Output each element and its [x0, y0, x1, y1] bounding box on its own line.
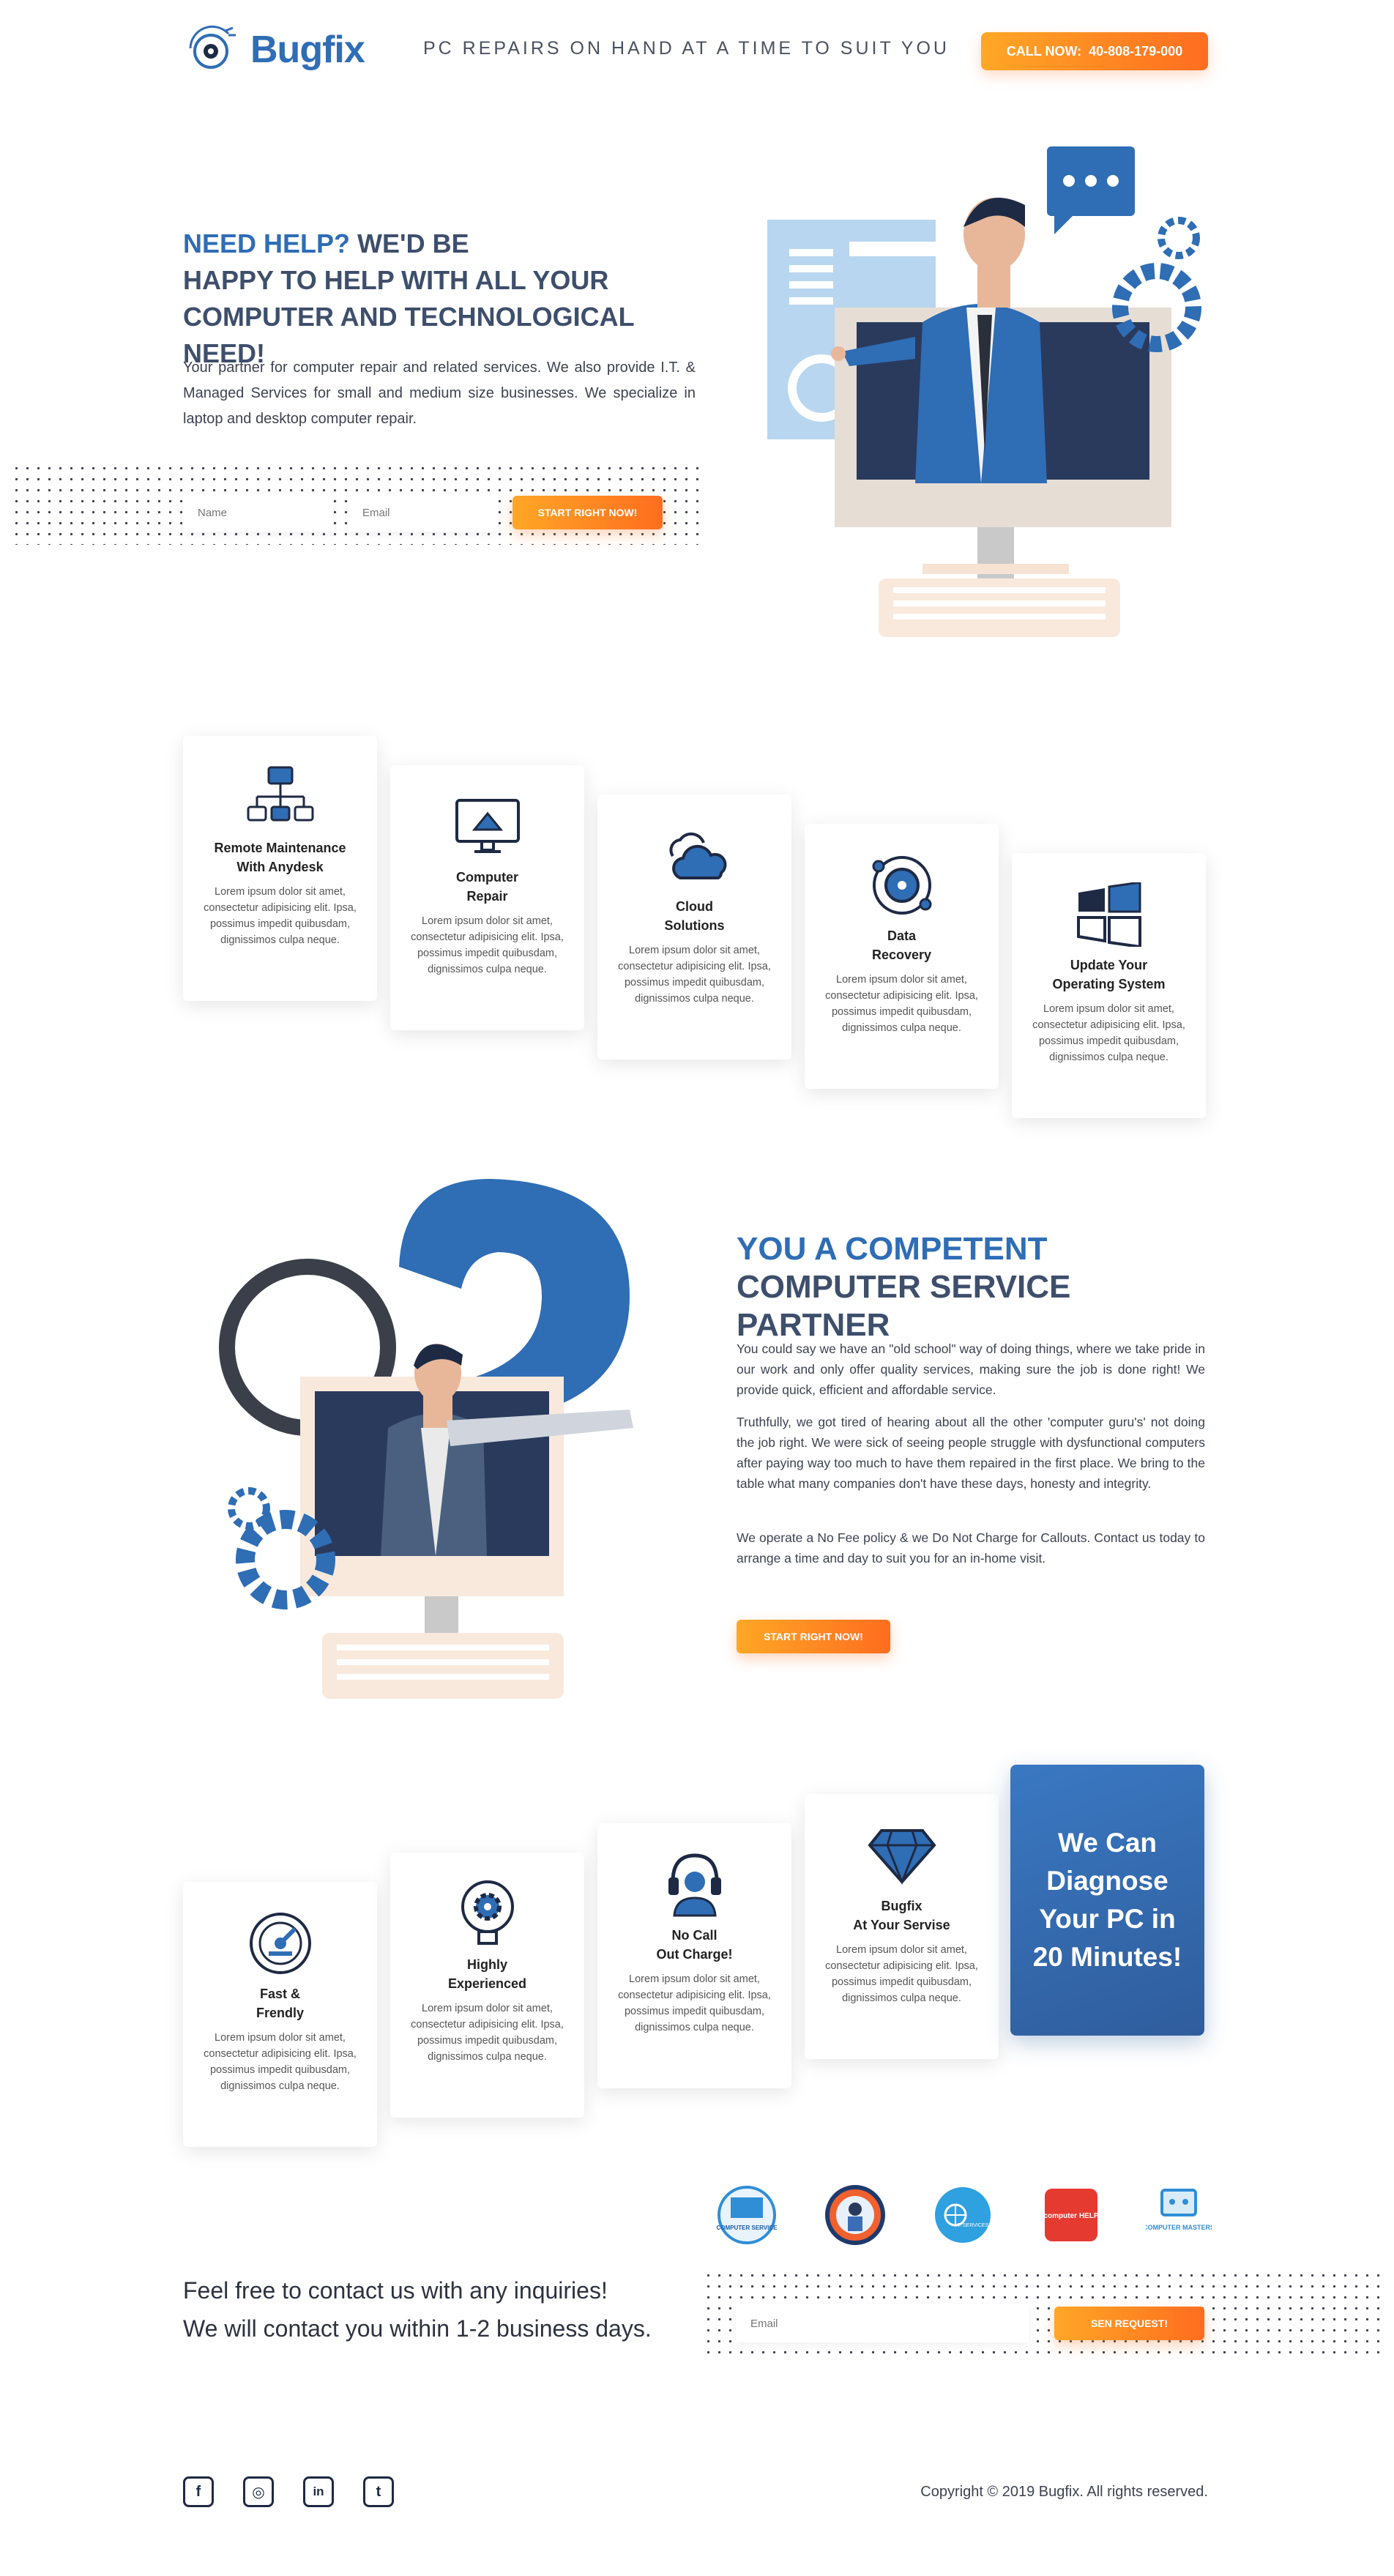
cloud-icon [658, 819, 731, 893]
send-request-button[interactable]: SEN REQUEST! [1054, 2307, 1204, 2340]
headset-icon [658, 1848, 731, 1921]
partner-logos: COMPUTER SERVICE I.T. SERVICES computer … [714, 2182, 1212, 2248]
speedometer-icon [244, 1907, 317, 1980]
card-title: Bugfix At Your Servise [853, 1899, 950, 1932]
card-title: Data Recovery [871, 928, 932, 962]
facebook-icon[interactable]: f [183, 2476, 214, 2507]
computer-service-logo[interactable]: COMPUTER SERVICE [714, 2182, 780, 2248]
card-text: Lorem ipsum dolor sit amet, consectetur … [411, 915, 564, 975]
copyright: Copyright © 2019 Bugfix. All rights rese… [920, 2484, 1208, 2500]
hero-description: Your partner for computer repair and rel… [183, 360, 696, 427]
card-text: Lorem ipsum dolor sit amet, consectetur … [618, 1973, 771, 2033]
card-title: Cloud Solutions [664, 899, 725, 933]
bug-logo-icon [189, 25, 236, 69]
feature-card-no-charge[interactable]: No Call Out Charge! Lorem ipsum dolor si… [597, 1823, 791, 2088]
hero-title-highlight: NEED HELP? [183, 228, 351, 258]
contact-line-2: We will contact you within 1-2 business … [183, 2315, 652, 2342]
service-card-cloud[interactable]: Cloud Solutions Lorem ipsum dolor sit am… [597, 794, 791, 1060]
card-title: Fast & Frendly [256, 1987, 304, 2020]
data-recovery-icon [865, 849, 939, 922]
windows-icon [1073, 878, 1146, 951]
instagram-icon[interactable]: ◎ [243, 2476, 274, 2507]
question-illustration [219, 1179, 633, 1699]
network-icon [244, 761, 317, 834]
card-title: Update Your Operating System [1052, 958, 1166, 991]
header-tagline: PC REPAIRS ON HAND AT A TIME TO SUIT YOU [423, 38, 950, 59]
feature-card-fast[interactable]: Fast & Frendly Lorem ipsum dolor sit ame… [183, 1882, 377, 2147]
partner-paragraph-2: Truthfully, we got tired of hearing abou… [737, 1415, 1205, 1491]
partner-paragraph-1: You could say we have an "old school" wa… [737, 1341, 1205, 1397]
partner-title-rest: COMPUTER SERVICE PARTNER [737, 1269, 1071, 1343]
repairman-logo[interactable] [822, 2182, 888, 2248]
hero-signup-form: START RIGHT NOW! [183, 491, 666, 535]
card-text: Lorem ipsum dolor sit amet, consectetur … [204, 886, 357, 946]
email-input[interactable] [348, 494, 498, 532]
call-now-button[interactable]: CALL NOW: 40-808-179-000 [981, 32, 1208, 70]
card-title: Highly Experienced [447, 1957, 527, 1991]
contact-form: SEN REQUEST! [736, 2303, 1204, 2344]
card-title: Remote Maintenance With Anydesk [214, 841, 346, 874]
diamond-icon [865, 1819, 939, 1892]
logo[interactable]: Bugfix [183, 21, 373, 79]
twitter-icon[interactable]: t [363, 2476, 394, 2507]
service-card-os-update[interactable]: Update Your Operating System Lorem ipsum… [1012, 853, 1206, 1118]
support-agent-illustration [767, 146, 1201, 637]
partner-title-highlight: YOU A COMPETENT [737, 1231, 1048, 1267]
diagnose-promo-card[interactable]: We Can Diagnose Your PC in 20 Minutes! [1010, 1765, 1204, 2036]
hero-title: NEED HELP? WE'D BE HAPPY TO HELP WITH AL… [183, 226, 710, 372]
it-services-logo-text: I.T. SERVICES [955, 2223, 989, 2228]
computer-masters-logo[interactable]: COMPUTER MASTERS [1146, 2182, 1212, 2248]
contact-email-input[interactable] [736, 2304, 1029, 2342]
card-text: Lorem ipsum dolor sit amet, consectetur … [204, 2032, 357, 2092]
card-text: Lorem ipsum dolor sit amet, consectetur … [618, 945, 771, 1005]
feature-card-experienced[interactable]: Highly Experienced Lorem ipsum dolor sit… [390, 1853, 584, 2118]
card-text: Lorem ipsum dolor sit amet, consectetur … [1032, 1003, 1185, 1063]
service-card-data-recovery[interactable]: Data Recovery Lorem ipsum dolor sit amet… [805, 824, 999, 1089]
partner-start-button[interactable]: START RIGHT NOW! [737, 1620, 890, 1653]
logo-text: Bugfix [250, 29, 365, 71]
it-services-logo[interactable]: I.T. SERVICES [930, 2182, 996, 2248]
card-text: Lorem ipsum dolor sit amet, consectetur … [825, 1944, 978, 2004]
hero-title-part-1: WE'D BE [350, 228, 469, 258]
feature-card-service[interactable]: Bugfix At Your Servise Lorem ipsum dolor… [805, 1794, 999, 2059]
computer-help-logo[interactable]: computer HELP [1038, 2182, 1104, 2248]
service-card-remote[interactable]: Remote Maintenance With Anydesk Lorem ip… [183, 736, 377, 1001]
card-title: Computer Repair [456, 870, 518, 904]
monitor-repair-icon [451, 790, 524, 863]
linkedin-icon[interactable]: in [303, 2476, 334, 2507]
card-text: Lorem ipsum dolor sit amet, consectetur … [825, 974, 978, 1034]
contact-line-1: Feel free to contact us with any inquiri… [183, 2277, 608, 2304]
computer-help-logo-text: computer HELP [1043, 2212, 1098, 2220]
call-number: 40-808-179-000 [1089, 43, 1183, 59]
start-now-button[interactable]: START RIGHT NOW! [512, 496, 663, 529]
call-label: CALL NOW: [1006, 43, 1082, 59]
hero-title-part-2: HAPPY TO HELP WITH ALL YOUR [183, 265, 609, 295]
computer-masters-logo-text: COMPUTER MASTERS [1146, 2224, 1212, 2231]
name-input[interactable] [183, 494, 333, 532]
computer-service-logo-text: COMPUTER SERVICE [717, 2225, 778, 2231]
partner-title: YOU A COMPETENT COMPUTER SERVICE PARTNER [737, 1230, 1220, 1344]
gear-bulb-icon [451, 1877, 524, 1951]
card-text: Lorem ipsum dolor sit amet, consectetur … [411, 2003, 564, 2063]
service-card-repair[interactable]: Computer Repair Lorem ipsum dolor sit am… [390, 765, 584, 1030]
partner-paragraph-3: We operate a No Fee policy & we Do Not C… [737, 1530, 1205, 1566]
card-title: No Call Out Charge! [656, 1928, 733, 1962]
social-links: f ◎ in t [183, 2476, 394, 2507]
